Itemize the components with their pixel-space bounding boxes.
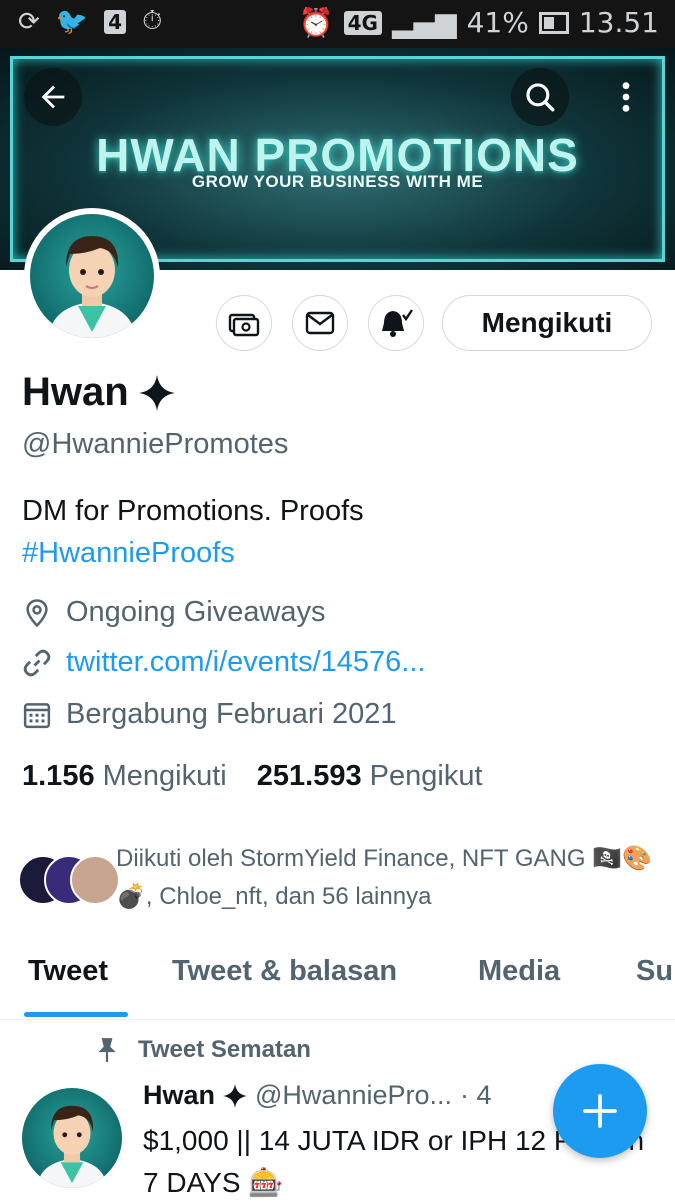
profile-name: Hwan — [22, 370, 175, 415]
more-options-button[interactable] — [597, 68, 655, 126]
back-button[interactable] — [24, 68, 82, 126]
joined-row: Bergabung Februari 2021 — [22, 698, 397, 731]
notifications-button[interactable] — [368, 295, 424, 351]
more-vertical-icon — [622, 82, 630, 112]
tweet-header: Hwan @HwanniePro... · 4 — [143, 1080, 492, 1111]
pin-icon — [98, 1038, 116, 1062]
profile-bio: DM for Promotions. Proofs #HwannieProofs — [22, 490, 364, 574]
banner-subtitle: GROW YOUR BUSINESS WITH ME — [191, 172, 484, 191]
pinned-label: Tweet Sematan — [96, 1036, 311, 1064]
following-stat[interactable]: 1.156 Mengikuti — [22, 760, 227, 793]
location-icon — [26, 598, 48, 627]
tweet-author-name[interactable]: Hwan — [143, 1080, 215, 1111]
status-bar: ⟳ 🐦 4 ⏱ ⏰ 4G ▂▄▆ 41% 13.51 — [0, 0, 675, 48]
avatar-illustration — [48, 236, 136, 338]
followers-count: 251.593 — [256, 760, 362, 792]
tab-likes[interactable]: Su — [636, 955, 673, 988]
mail-icon — [305, 311, 335, 335]
profile-avatar[interactable] — [24, 208, 160, 344]
verified-sparkle-icon — [138, 374, 175, 411]
followers-label: Pengikut — [369, 760, 483, 792]
compose-tweet-button[interactable] — [553, 1064, 647, 1158]
compose-plus-icon — [583, 1094, 617, 1128]
bio-text: DM for Promotions. Proofs — [22, 495, 364, 527]
location-row: Ongoing Giveaways — [22, 596, 326, 629]
following-count: 1.156 — [22, 760, 95, 792]
sim-badge: 4 — [104, 9, 127, 34]
search-button[interactable] — [511, 68, 569, 126]
calendar-icon — [23, 702, 51, 728]
signal-icon: ▂▄▆ — [391, 6, 457, 39]
profile-link[interactable]: twitter.com/i/events/14576... — [66, 646, 425, 679]
joined-text: Bergabung Februari 2021 — [66, 698, 397, 730]
active-tab-indicator — [24, 1012, 128, 1017]
tweet-author-avatar[interactable] — [22, 1088, 122, 1188]
avatar-image — [30, 214, 154, 338]
following-button[interactable]: Mengikuti — [442, 295, 652, 351]
followed-by-text: Diikuti oleh StormYield Finance, NFT GAN… — [116, 845, 652, 910]
back-arrow-icon — [41, 85, 65, 109]
link-icon — [23, 649, 51, 676]
verified-sparkle-icon — [223, 1083, 248, 1108]
tip-button[interactable] — [216, 295, 272, 351]
network-badge: 4G — [343, 10, 382, 35]
link-row: twitter.com/i/events/14576... — [22, 646, 425, 679]
profile-tabs: Tweet Tweet & balasan Media Su — [0, 945, 675, 1020]
profile-handle: @HwanniePromotes — [22, 428, 289, 460]
message-button[interactable] — [292, 295, 348, 351]
tab-tweet-replies[interactable]: Tweet & balasan — [172, 955, 397, 988]
clock: 13.51 — [578, 6, 659, 39]
tab-tweet[interactable]: Tweet — [28, 955, 108, 988]
follow-stats: 1.156 Mengikuti 251.593 Pengikut — [22, 760, 483, 793]
follower-avatar-3 — [70, 855, 120, 905]
display-name: Hwan — [22, 370, 129, 414]
following-label: Mengikuti — [102, 760, 227, 792]
bell-icon — [382, 309, 413, 337]
timer-icon: ⏱ — [142, 6, 163, 36]
twitter-bird-icon: 🐦 — [55, 6, 89, 37]
tweet-time: · 4 — [460, 1080, 492, 1110]
tweet-author-handle: @HwanniePro... — [255, 1080, 453, 1110]
alarm-icon: ⏰ — [298, 6, 334, 39]
pinned-text: Tweet Sematan — [138, 1036, 311, 1063]
tip-jar-icon — [228, 313, 260, 337]
bio-hashtag-link[interactable]: #HwannieProofs — [22, 532, 364, 574]
battery-icon — [538, 11, 569, 34]
tab-media[interactable]: Media — [478, 955, 560, 988]
tweet-avatar-illustration — [36, 1105, 108, 1188]
followed-by-section[interactable]: Diikuti oleh StormYield Finance, NFT GAN… — [18, 840, 658, 920]
location-text: Ongoing Giveaways — [66, 596, 326, 628]
sync-icon: ⟳ — [18, 6, 40, 37]
battery-percent: 41% — [466, 6, 529, 39]
search-icon — [526, 83, 555, 112]
followers-stat[interactable]: 251.593 Pengikut — [257, 760, 483, 793]
